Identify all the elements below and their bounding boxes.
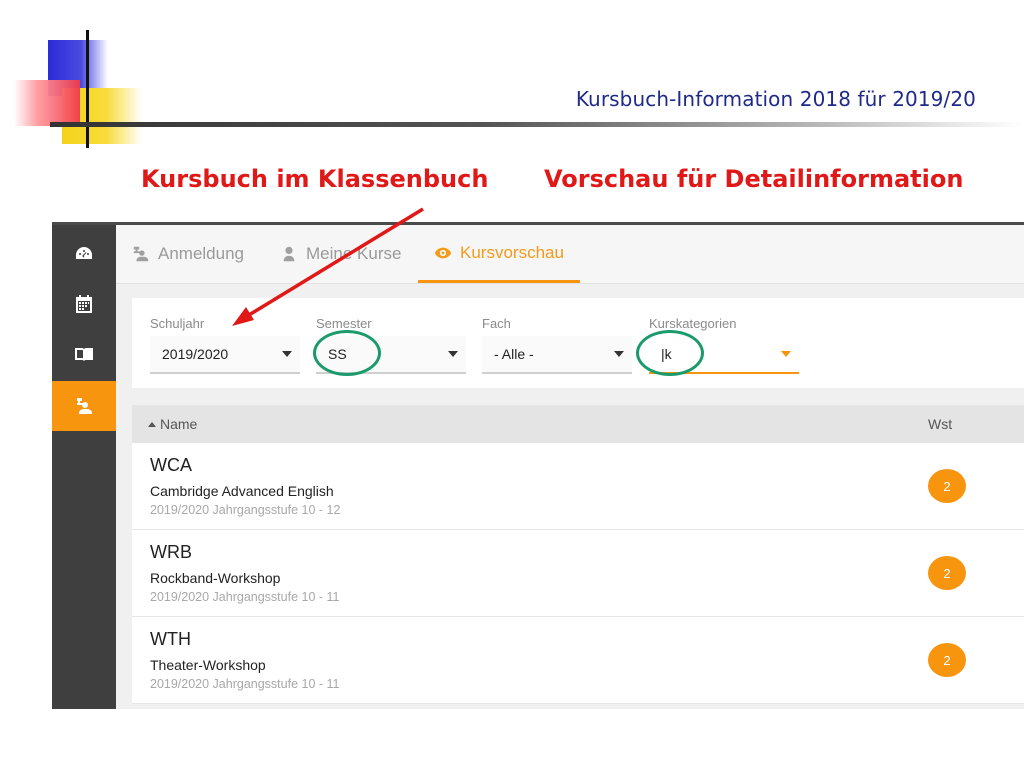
wst-badge: 2 bbox=[928, 556, 966, 590]
tab-kursvorschau[interactable]: Kursvorschau bbox=[418, 225, 580, 283]
decor-vertical-line bbox=[86, 30, 89, 148]
course-meta: 2019/2020 Jahrgangsstufe 10 - 11 bbox=[150, 677, 340, 691]
tab-anmeldung[interactable]: Anmeldung bbox=[132, 225, 244, 283]
user-icon bbox=[283, 246, 295, 262]
filter-value: 2019/2020 bbox=[162, 346, 229, 362]
tab-label: Meine Kurse bbox=[306, 244, 402, 263]
course-title: Cambridge Advanced English bbox=[150, 483, 334, 499]
annotation-ring-kurskategorien bbox=[636, 330, 704, 376]
course-code: WRB bbox=[150, 542, 192, 562]
course-meta: 2019/2020 Jahrgangsstufe 10 - 11 bbox=[150, 590, 340, 604]
column-header-name[interactable]: Name bbox=[148, 416, 197, 432]
tab-meine-kurse[interactable]: Meine Kurse bbox=[280, 225, 401, 283]
registration-icon bbox=[133, 246, 149, 262]
filter-fach: Fach - Alle - bbox=[482, 316, 632, 374]
fach-select[interactable]: - Alle - bbox=[482, 336, 632, 374]
callout-right: Vorschau für Detailinformation bbox=[544, 165, 964, 193]
column-label: Name bbox=[160, 416, 198, 432]
table-row[interactable]: WCA Cambridge Advanced English 2019/2020… bbox=[132, 443, 1024, 530]
course-code: WCA bbox=[150, 455, 192, 475]
eye-icon bbox=[434, 247, 452, 258]
app-window: Anmeldung Meine Kurse Kursvorschau Schul… bbox=[52, 222, 1024, 709]
tab-label: Anmeldung bbox=[158, 244, 245, 263]
course-code: WTH bbox=[150, 629, 191, 649]
chevron-down-icon bbox=[282, 351, 292, 357]
sidebar bbox=[52, 225, 116, 709]
column-header-wst[interactable]: Wst bbox=[928, 416, 952, 432]
dashboard-icon bbox=[76, 247, 92, 259]
decor-red-square bbox=[14, 80, 80, 126]
callout-left: Kursbuch im Klassenbuch bbox=[141, 165, 489, 193]
sidebar-item-dashboard[interactable] bbox=[52, 229, 116, 279]
course-title: Rockband-Workshop bbox=[150, 570, 281, 586]
sort-asc-icon bbox=[148, 422, 156, 427]
sidebar-item-course-booking[interactable] bbox=[52, 381, 116, 431]
sidebar-item-book[interactable] bbox=[52, 329, 116, 379]
course-meta: 2019/2020 Jahrgangsstufe 10 - 12 bbox=[150, 503, 341, 517]
sidebar-item-calendar[interactable] bbox=[52, 279, 116, 329]
decor-horizontal-line bbox=[50, 122, 1022, 127]
filter-label: Schuljahr bbox=[150, 316, 205, 331]
wst-badge: 2 bbox=[928, 469, 966, 503]
table-header: Name Wst bbox=[132, 405, 1024, 443]
table-row[interactable]: WRB Rockband-Workshop 2019/2020 Jahrgang… bbox=[132, 530, 1024, 617]
tab-label: Kursvorschau bbox=[460, 242, 564, 262]
top-tabs: Anmeldung Meine Kurse Kursvorschau bbox=[116, 225, 1024, 284]
annotation-ring-semester bbox=[313, 330, 381, 376]
wst-badge: 2 bbox=[928, 643, 966, 677]
filter-panel: Schuljahr 2019/2020 Semester SS Fach - A… bbox=[132, 298, 1024, 388]
course-booking-icon bbox=[77, 398, 92, 414]
table-row[interactable]: WTH Theater-Workshop 2019/2020 Jahrgangs… bbox=[132, 617, 1024, 704]
schuljahr-select[interactable]: 2019/2020 bbox=[150, 336, 300, 374]
book-icon bbox=[75, 348, 93, 361]
chevron-down-icon bbox=[614, 351, 624, 357]
chevron-down-icon bbox=[448, 351, 458, 357]
filter-label: Fach bbox=[482, 316, 511, 331]
filter-value: - Alle - bbox=[494, 346, 534, 362]
filter-schuljahr: Schuljahr 2019/2020 bbox=[150, 316, 300, 374]
slide-title: Kursbuch-Information 2018 für 2019/20 bbox=[575, 87, 976, 111]
course-title: Theater-Workshop bbox=[150, 657, 266, 673]
calendar-icon bbox=[76, 295, 92, 313]
course-list: WCA Cambridge Advanced English 2019/2020… bbox=[132, 443, 1024, 704]
chevron-down-icon bbox=[781, 351, 791, 357]
